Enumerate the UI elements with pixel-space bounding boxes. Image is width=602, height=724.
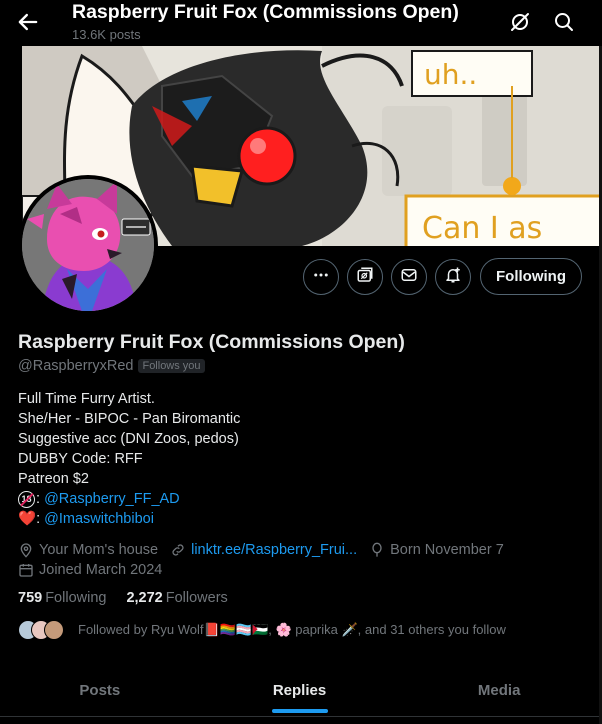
bio-line-partner: ❤️ : @Imaswitchbiboi [18, 509, 240, 529]
bio-line: She/Her - BIPOC - Pan Biromantic [18, 411, 241, 427]
profile-tabs: Posts Replies Media [0, 665, 599, 715]
birthday-item: Born November 7 [369, 542, 504, 558]
profile-name: Raspberry Fruit Fox (Commissions Open) [18, 331, 405, 353]
followers-label: Followers [165, 590, 228, 606]
followed-by[interactable]: Followed by Ryu Wolf📕🏳️‍🌈🏳️‍⚧️🇵🇸, 🌸 papr… [18, 620, 506, 640]
mutual-avatar [44, 620, 64, 640]
location-item: Your Mom's house [18, 542, 158, 558]
profile-header-bar: Raspberry Fruit Fox (Commissions Open) 1… [0, 0, 602, 46]
bio-separator: : [36, 491, 45, 507]
calendar-icon [19, 564, 33, 577]
handle-row: @RaspberryxRed Follows you [18, 358, 205, 374]
grok-icon[interactable] [508, 10, 532, 34]
website-link[interactable]: linktr.ee/Raspberry_Frui... [191, 542, 357, 558]
grok-profile-button[interactable] [347, 259, 383, 295]
grok-profile-icon [356, 266, 374, 289]
notifications-button[interactable] [435, 259, 471, 295]
birthday-text: Born November 7 [390, 542, 504, 558]
partner-account-link[interactable]: @Imaswitchbiboi [44, 509, 154, 529]
avatar[interactable] [18, 175, 158, 315]
joined-text: Joined March 2024 [39, 562, 163, 578]
post-count: 13.6K posts [72, 27, 141, 42]
arrow-left-icon[interactable] [14, 8, 42, 36]
profile-handle: @RaspberryxRed [18, 358, 134, 374]
tab-media[interactable]: Media [399, 665, 599, 715]
tabs-divider [0, 716, 599, 717]
bio-line-adult-account: 18 : @Raspberry_FF_AD [18, 489, 240, 509]
profile-bio: Full Time Furry Artist. She/Her - BIPOC … [18, 389, 240, 529]
bio-line: Suggestive acc (DNI Zoos, pedos) [18, 431, 239, 447]
following-count: 759 [18, 590, 43, 606]
joined-item: Joined March 2024 [18, 562, 162, 578]
notifications-icon [444, 266, 462, 289]
location-icon [20, 543, 32, 558]
link-icon [172, 544, 184, 556]
adult-account-link[interactable]: @Raspberry_FF_AD [44, 489, 180, 509]
more-icon [312, 266, 330, 289]
more-button[interactable] [303, 259, 339, 295]
tab-replies[interactable]: Replies [200, 665, 400, 715]
message-button[interactable] [391, 259, 427, 295]
svg-text:Can I as: Can I as [422, 211, 542, 246]
bio-line: Patreon $2 [18, 471, 89, 487]
follows-you-badge: Follows you [138, 359, 205, 373]
followed-by-text: Followed by Ryu Wolf📕🏳️‍🌈🏳️‍⚧️🇵🇸, 🌸 papr… [78, 622, 506, 637]
bio-separator: : [36, 511, 45, 527]
bio-line: Full Time Furry Artist. [18, 391, 155, 407]
bio-line: DUBBY Code: RFF [18, 451, 143, 467]
avatar-image [22, 179, 154, 311]
website-item: linktr.ee/Raspberry_Frui... [170, 542, 357, 558]
following-label: Following [45, 590, 107, 606]
header-title: Raspberry Fruit Fox (Commissions Open) [72, 1, 459, 23]
tab-posts[interactable]: Posts [0, 665, 200, 715]
message-icon [400, 266, 418, 289]
balloon-icon [372, 542, 382, 557]
profile-meta: Your Mom's house linktr.ee/Raspberry_Fru… [18, 540, 516, 580]
followers-count: 2,272 [126, 590, 163, 606]
search-icon[interactable] [552, 10, 576, 34]
svg-text:uh..: uh.. [424, 58, 477, 91]
follow-stats: 759 Following 2,272 Followers [18, 590, 228, 606]
following-stat[interactable]: 759 Following [18, 590, 106, 606]
eighteen-plus-icon: 18 [18, 490, 35, 508]
followers-stat[interactable]: 2,272 Followers [126, 590, 227, 606]
location-text: Your Mom's house [39, 542, 159, 558]
heart-icon: ❤️ [18, 511, 37, 527]
following-button[interactable]: Following [480, 258, 582, 295]
